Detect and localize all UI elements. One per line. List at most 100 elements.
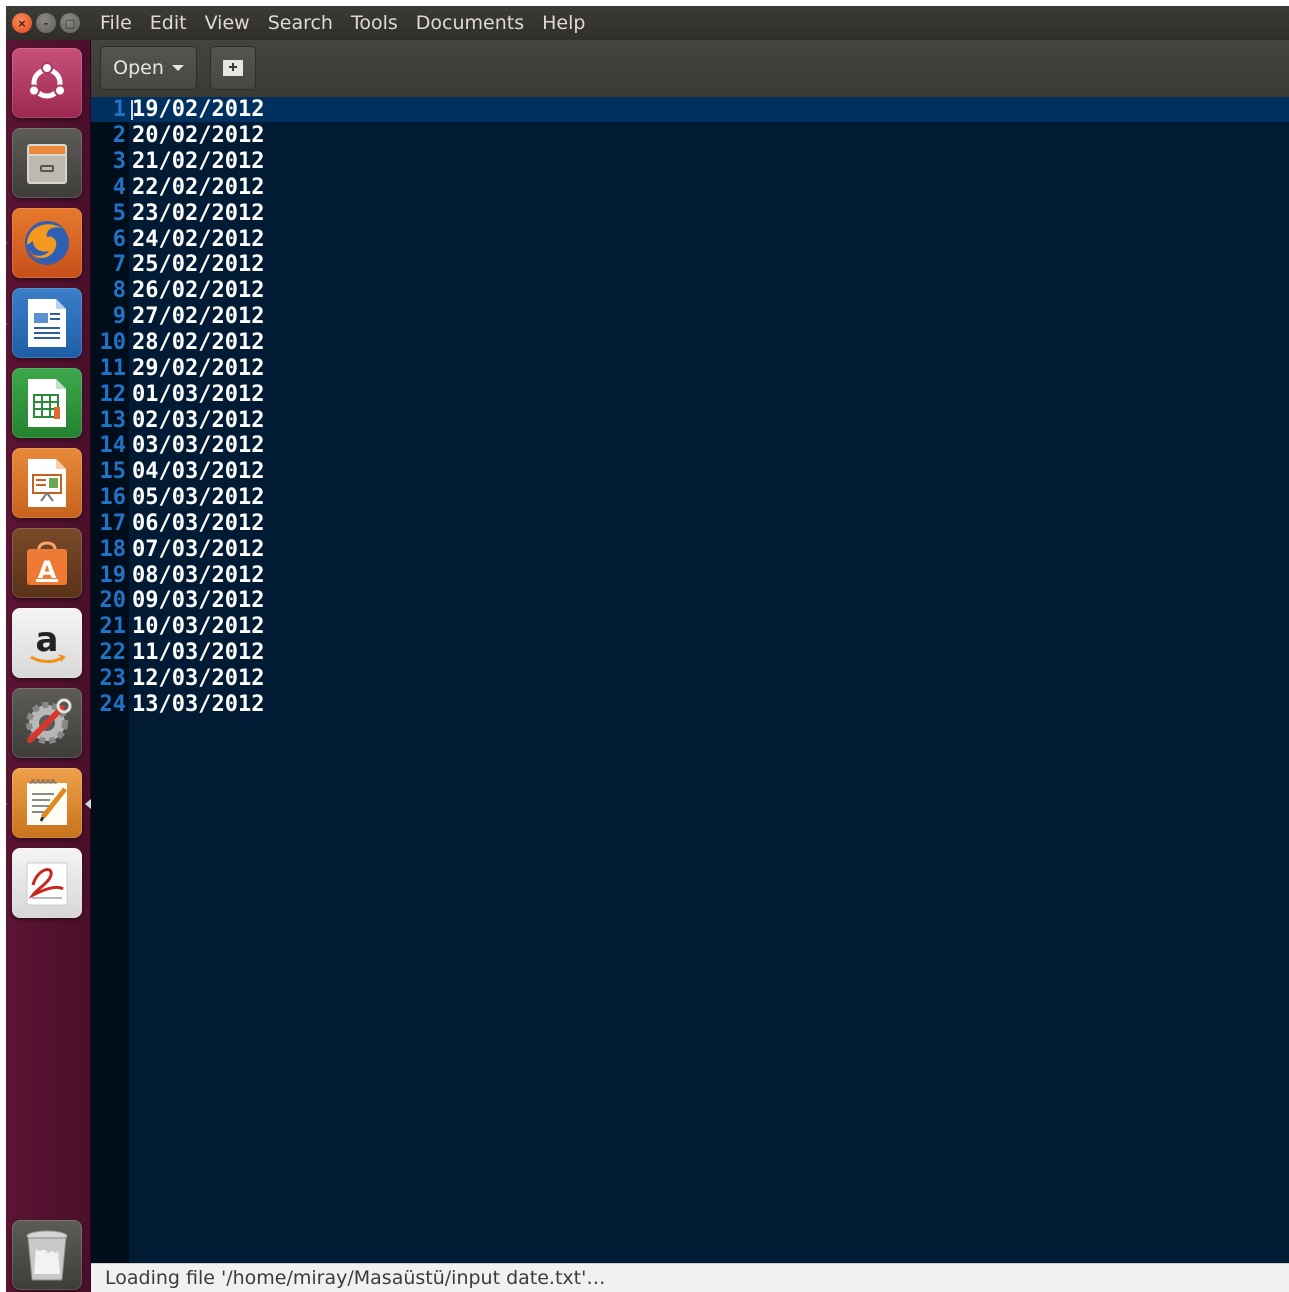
line-number: 10 [99,330,127,356]
editor-line[interactable]: 9 27/02/2012 [91,304,265,330]
text-editor-area[interactable]: 1 19/02/2012 2 20/02/2012 3 21/02/2012 4 22/02/… [91,97,1289,1263]
editor-line[interactable]: 1 19/02/2012 [91,97,265,123]
status-bar: Loading file '/home/miray/Masaüstü/input… [91,1263,1289,1292]
line-text: 10/03/2012 [132,614,265,640]
editor-line[interactable]: 24 13/03/2012 [91,691,265,717]
minimize-window-button[interactable]: – [36,13,56,33]
editor-line[interactable]: 13 02/03/2012 [91,407,265,433]
calc-icon[interactable] [12,368,82,438]
line-number: 3 [112,149,126,175]
editor-line[interactable]: 14 03/03/2012 [91,433,265,459]
editor-line[interactable]: 19 08/03/2012 [91,562,265,588]
line-number: 24 [99,691,127,717]
line-number: 11 [99,355,127,381]
line-text: 13/03/2012 [132,691,265,717]
line-text: 02/03/2012 [132,407,265,433]
line-text: 29/02/2012 [132,355,265,381]
firefox-icon[interactable] [12,208,82,278]
line-number: 18 [99,536,127,562]
text-editor-icon[interactable] [12,768,82,838]
ubuntu-dash-icon[interactable] [12,48,82,118]
files-icon[interactable] [12,128,82,198]
line-text: 08/03/2012 [132,562,265,588]
app-window: × – □ File Edit View Search Tools Docume… [6,6,1289,1292]
editor-line[interactable]: 23 12/03/2012 [91,665,265,692]
menu-bar: × – □ File Edit View Search Tools Docume… [6,6,1289,40]
line-text: 27/02/2012 [132,304,265,330]
writer-icon[interactable] [12,288,82,358]
menu-tools[interactable]: Tools [351,12,398,34]
editor-line[interactable]: 3 21/02/2012 [91,149,265,175]
open-button-label: Open [113,57,164,79]
system-settings-icon[interactable] [12,688,82,758]
editor-line[interactable]: 11 29/02/2012 [91,355,265,381]
editor-line[interactable]: 6 24/02/2012 [91,226,265,252]
editor-lines: 1 19/02/2012 2 20/02/2012 3 21/02/2012 4 22/02/… [91,97,265,717]
line-number: 16 [99,485,127,511]
editor-line[interactable]: 16 05/03/2012 [91,485,265,511]
close-window-button[interactable]: × [12,13,32,33]
open-button[interactable]: Open [100,46,197,90]
impress-icon[interactable] [12,448,82,518]
status-text: Loading file '/home/miray/Masaüstü/input… [105,1267,606,1289]
editor-line[interactable]: 20 09/03/2012 [91,588,265,614]
line-number: 21 [99,614,127,640]
editor-line[interactable]: 22 11/03/2012 [91,640,265,666]
editor-line[interactable]: 21 10/03/2012 [91,614,265,640]
line-text: 03/03/2012 [132,433,265,459]
running-indicator [6,239,7,247]
line-number: 9 [112,304,126,330]
menu-view[interactable]: View [205,12,250,34]
amazon-icon[interactable]: a [12,608,82,678]
line-number: 14 [99,433,127,459]
line-text: 12/03/2012 [132,665,265,691]
line-number: 20 [99,588,127,614]
line-text: 07/03/2012 [132,536,265,562]
running-indicator [6,320,7,328]
editor-line[interactable]: 2 20/02/2012 [91,123,265,149]
software-center-icon[interactable]: A [12,528,82,598]
line-text: 25/02/2012 [132,252,265,278]
line-number: 15 [99,459,127,485]
editor-line[interactable]: 10 28/02/2012 [91,330,265,356]
menu-search[interactable]: Search [268,12,333,34]
line-number: 1 [112,97,126,123]
line-text: 22/02/2012 [132,174,265,200]
line-text: 26/02/2012 [132,278,265,304]
editor-line[interactable]: 15 04/03/2012 [91,459,265,485]
chevron-down-icon [171,65,184,71]
launcher: A a [6,40,91,1292]
line-text: 21/02/2012 [132,149,265,175]
menu-help[interactable]: Help [542,12,585,34]
line-number: 6 [112,226,126,252]
maximize-window-button[interactable]: □ [60,13,80,33]
line-text: 04/03/2012 [132,459,265,485]
editor-line[interactable]: 18 07/03/2012 [91,536,265,562]
editor-line[interactable]: 8 26/02/2012 [91,278,265,304]
line-number: 13 [99,407,127,433]
editor-line[interactable]: 17 06/03/2012 [91,510,265,537]
menu-file[interactable]: File [100,12,132,34]
editor-line[interactable]: 7 25/02/2012 [91,252,265,278]
new-document-icon [223,60,243,76]
editor-line[interactable]: 12 01/03/2012 [91,381,265,407]
new-document-button[interactable] [210,46,256,90]
line-text: 09/03/2012 [132,588,265,614]
line-number: 17 [99,510,127,536]
editor-line[interactable]: 5 23/02/2012 [91,200,265,226]
document-viewer-icon[interactable] [12,848,82,918]
line-text: 28/02/2012 [132,330,265,356]
trash-icon[interactable] [12,1220,82,1290]
line-number: 2 [112,123,126,149]
line-number: 19 [99,562,127,588]
line-text: 20/02/2012 [132,123,265,149]
svg-text:a: a [36,620,59,660]
menu-edit[interactable]: Edit [150,12,187,34]
menu-documents[interactable]: Documents [416,12,524,34]
line-text: 01/03/2012 [132,381,265,407]
line-text: 11/03/2012 [132,640,265,666]
editor-line[interactable]: 4 22/02/2012 [91,174,265,201]
menu: File Edit View Search Tools Documents He… [100,12,585,34]
running-indicator [6,800,7,808]
line-number: 23 [99,665,127,691]
